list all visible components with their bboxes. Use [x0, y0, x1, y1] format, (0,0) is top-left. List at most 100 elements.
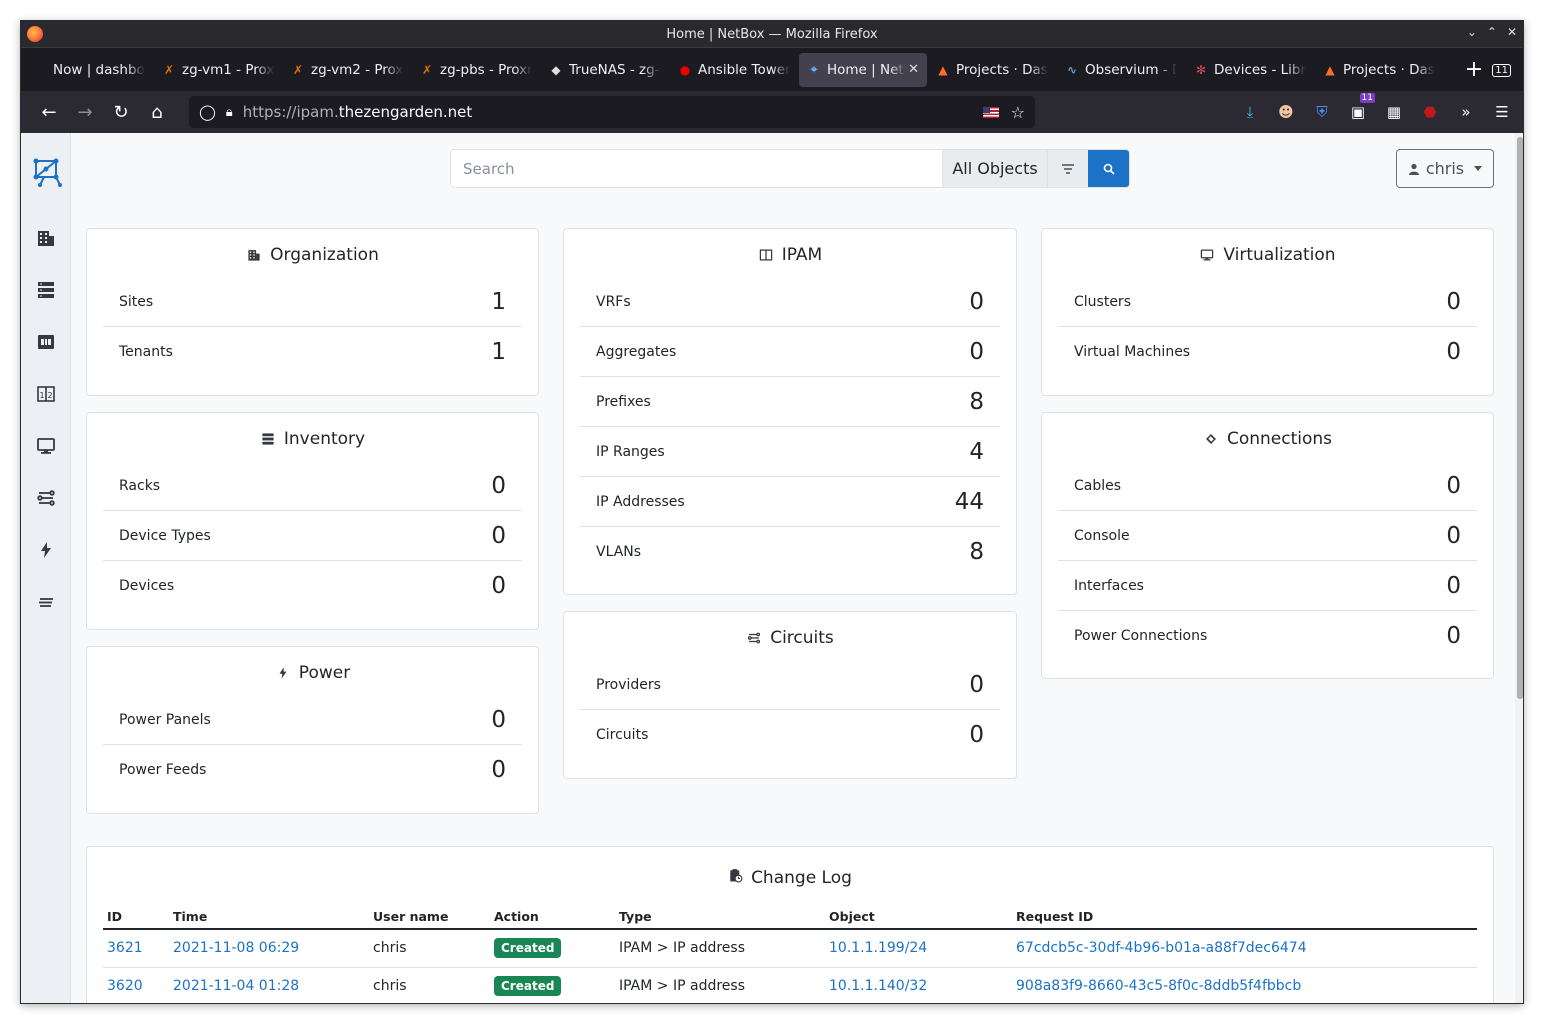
tab[interactable]: ✗ zg-pbs - Proxmox [412, 53, 540, 87]
minimize-icon[interactable]: ⌄ [1467, 25, 1477, 39]
gitlab-icon: ▲ [1325, 62, 1335, 77]
stat-row-circuits[interactable]: Circuits 0 [580, 710, 1000, 760]
stat-row-aggregates[interactable]: Aggregates 0 [580, 327, 1000, 377]
overflow-menu-icon[interactable]: » [1455, 101, 1477, 123]
changelog-table: ID Time User name Action Type Object Req… [103, 903, 1477, 1003]
connections-card: Connections Cables 0 Console 0 Interfaces 0… [1041, 412, 1494, 679]
reload-button[interactable]: ↻ [103, 97, 139, 127]
list-all-tabs-button[interactable]: 11 [1492, 63, 1511, 77]
column-header[interactable]: Object [825, 903, 1012, 930]
changelog-request-id-link[interactable]: 908a83f9-8660-43c5-8f0c-8ddb5f4fbbcb [1016, 978, 1301, 994]
ublock-icon[interactable]: ⬣ [1419, 101, 1441, 123]
nav-organization-icon[interactable] [34, 226, 58, 250]
column-header[interactable]: User name [369, 903, 490, 930]
bitwarden-icon[interactable]: ⛨ [1311, 101, 1333, 123]
lock-icon[interactable]: 🔒︎ [226, 105, 233, 120]
search-button[interactable] [1088, 150, 1129, 187]
changelog-time-link[interactable]: 2021-11-08 06:29 [173, 940, 299, 956]
hamburger-menu-icon[interactable]: ☰ [1491, 101, 1513, 123]
stat-row-sites[interactable]: Sites 1 [103, 277, 522, 327]
stat-row-vrfs[interactable]: VRFs 0 [580, 277, 1000, 327]
table-header-row: ID Time User name Action Type Object Req… [103, 903, 1477, 930]
nav-connections-icon[interactable] [34, 330, 58, 354]
stat-row-providers[interactable]: Providers 0 [580, 660, 1000, 710]
nav-circuits-icon[interactable] [34, 486, 58, 510]
changelog-request-id-link[interactable]: 67cdcb5c-30df-4b96-b01a-a88f7dec6474 [1016, 940, 1307, 956]
stat-row-racks[interactable]: Racks 0 [103, 461, 522, 511]
virtualization-card: Virtualization Clusters 0 Virtual Machine… [1041, 228, 1494, 396]
tab[interactable]: ● Ansible Tower [670, 53, 798, 87]
stat-row-power-connections[interactable]: Power Connections 0 [1058, 611, 1477, 661]
downloads-icon[interactable]: ⤓ [1239, 101, 1261, 123]
maximize-icon[interactable]: ⌃ [1487, 25, 1497, 39]
tab-bar: Now | dashboard ✗ zg-vm1 - Proxmox ✗ zg-… [21, 47, 1523, 91]
forward-button[interactable]: → [67, 97, 103, 127]
stat-row-device-types[interactable]: Device Types 0 [103, 511, 522, 561]
new-tab-button[interactable]: + [1464, 57, 1484, 82]
scrollbar-thumb[interactable] [1517, 137, 1523, 699]
nav-virtualization-icon[interactable] [34, 434, 58, 458]
close-window-icon[interactable]: ✕ [1507, 25, 1517, 39]
tab[interactable]: ∿ Observium - Dashboard [1057, 53, 1185, 87]
stat-row-vlans[interactable]: VLANs 8 [580, 527, 1000, 577]
tab[interactable]: ▲ Projects · Dashboard [1315, 53, 1443, 87]
card-title: Virtualization [1042, 229, 1493, 277]
tab[interactable]: ▲ Projects · Dashboard [928, 53, 1056, 87]
nav-other-icon[interactable] [34, 590, 58, 614]
netbox-logo-icon[interactable] [30, 155, 62, 187]
tab-active[interactable]: ⌖ Home | NetBox ✕ [799, 52, 927, 87]
nav-devices-icon[interactable] [34, 278, 58, 302]
stat-row-cables[interactable]: Cables 0 [1058, 461, 1477, 511]
title-bar: Home | NetBox — Mozilla Firefox ⌄ ⌃ ✕ [21, 21, 1523, 47]
tab[interactable]: Now | dashboard [25, 53, 153, 87]
url-bar[interactable]: ◯ 🔒︎ https://ipam. thezengarden.net ☆ [189, 96, 1035, 128]
proxmox-icon: ✗ [292, 62, 304, 77]
stat-row-ip-ranges[interactable]: IP Ranges 4 [580, 427, 1000, 477]
changelog-id-link[interactable]: 3621 [107, 940, 143, 956]
stat-row-tenants[interactable]: Tenants 1 [103, 327, 522, 377]
stat-row-prefixes[interactable]: Prefixes 8 [580, 377, 1000, 427]
tab[interactable]: ✗ zg-vm1 - Proxmox [154, 53, 282, 87]
bookmark-star-icon[interactable]: ☆ [1011, 103, 1025, 122]
column-header[interactable]: Request ID [1012, 903, 1477, 930]
search-input[interactable] [451, 150, 942, 187]
search-filter-button[interactable] [1047, 150, 1088, 187]
tab[interactable]: ◆ TrueNAS - zg-nas [541, 53, 669, 87]
column-header[interactable]: ID [103, 903, 169, 930]
avatar-extension-icon[interactable]: ☻ [1275, 101, 1297, 123]
column-header[interactable]: Time [169, 903, 369, 930]
changelog-time-link[interactable]: 2021-11-04 01:28 [173, 978, 299, 994]
tab[interactable]: ✻ Devices - LibreNMS [1186, 53, 1314, 87]
stat-row-ip-addresses[interactable]: IP Addresses 44 [580, 477, 1000, 527]
close-tab-icon[interactable]: ✕ [906, 62, 919, 77]
changelog-object-link[interactable]: 10.1.1.140/32 [829, 978, 927, 994]
card-title: Power [87, 647, 538, 695]
back-button[interactable]: ← [31, 97, 67, 127]
page-scrollbar[interactable] [1515, 133, 1523, 1003]
tab[interactable]: ✗ zg-vm2 - Proxmox [283, 53, 411, 87]
nav-ipam-icon[interactable]: 12 [34, 382, 58, 406]
user-menu-button[interactable]: chris [1396, 149, 1494, 188]
stat-row-clusters[interactable]: Clusters 0 [1058, 277, 1477, 327]
nav-power-icon[interactable] [34, 538, 58, 562]
search-scope-dropdown[interactable]: All Objects [942, 150, 1047, 187]
changelog-object-link[interactable]: 10.1.1.199/24 [829, 940, 927, 956]
table-row: 3621 2021-11-08 06:29 chris Created IPAM… [103, 929, 1477, 968]
stat-row-console[interactable]: Console 0 [1058, 511, 1477, 561]
stat-row-power-panels[interactable]: Power Panels 0 [103, 695, 522, 745]
fence-icon[interactable]: ▦ [1383, 101, 1405, 123]
home-button[interactable]: ⌂ [139, 97, 175, 127]
column-header[interactable]: Type [615, 903, 825, 930]
changelog-id-link[interactable]: 3620 [107, 978, 143, 994]
tracking-protection-icon[interactable]: ◯ [199, 103, 216, 121]
stat-row-devices[interactable]: Devices 0 [103, 561, 522, 611]
stat-row-power-feeds[interactable]: Power Feeds 0 [103, 745, 522, 795]
ipam-icon [758, 247, 774, 263]
stat-row-interfaces[interactable]: Interfaces 0 [1058, 561, 1477, 611]
stat-row-virtual-machines[interactable]: Virtual Machines 0 [1058, 327, 1477, 377]
tab-count-badge: 11 [1492, 64, 1511, 77]
flag-icon[interactable] [982, 106, 999, 118]
column-header[interactable]: Action [490, 903, 615, 930]
card-title: Connections [1042, 413, 1493, 461]
extension-badge-icon[interactable]: ▣ 11 [1347, 93, 1375, 123]
